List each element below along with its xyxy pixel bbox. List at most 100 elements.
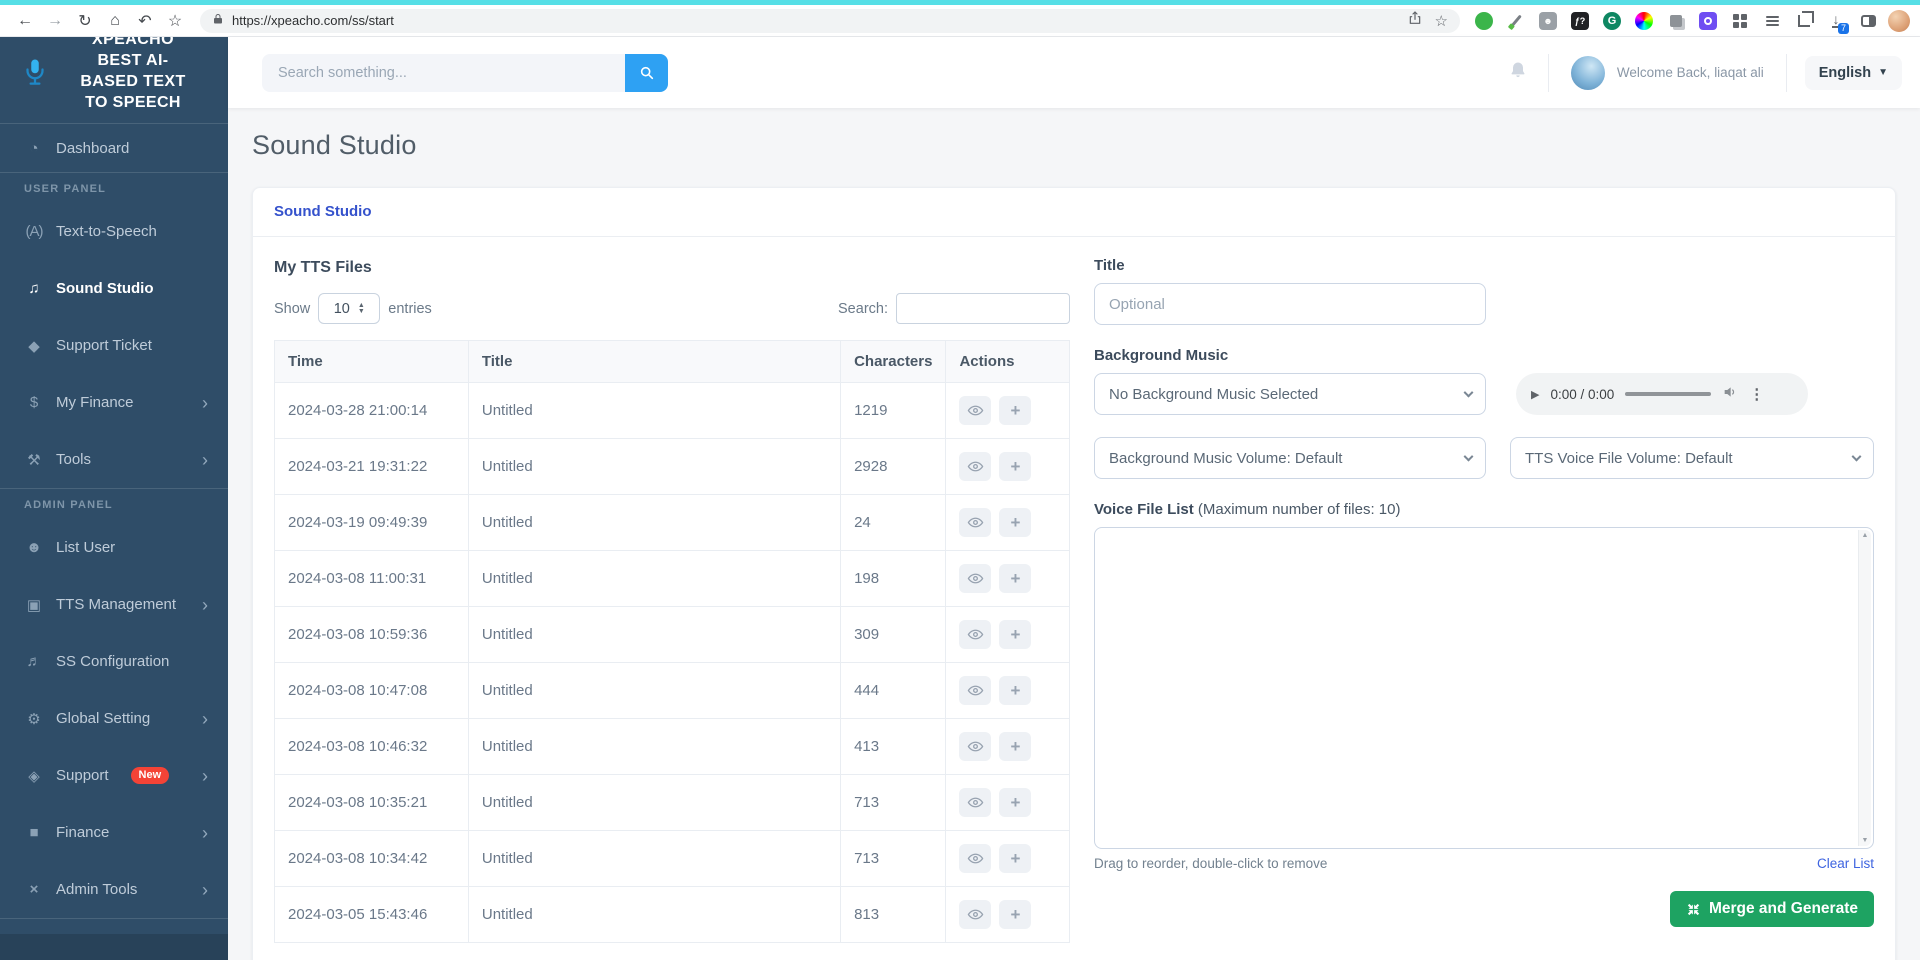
back-icon[interactable]: ← xyxy=(10,12,40,30)
clear-list-link[interactable]: Clear List xyxy=(1817,856,1874,871)
user-avatar[interactable] xyxy=(1571,56,1605,90)
notifications-button[interactable] xyxy=(1488,60,1548,85)
tts-voice-volume-select[interactable]: TTS Voice File Volume: Default xyxy=(1510,437,1874,479)
sidebar-item-tts-management[interactable]: ▣ TTS Management › xyxy=(0,576,228,633)
tab-sound-studio[interactable]: Sound Studio xyxy=(274,203,371,220)
grammarly-extension-icon[interactable]: G xyxy=(1602,11,1622,31)
sidebar-item-finance[interactable]: ■ Finance › xyxy=(0,804,228,861)
title-input[interactable] xyxy=(1094,283,1486,325)
sidebar-item-text-to-speech[interactable]: (A) Text-to-Speech xyxy=(0,203,228,260)
sidebar-item-my-finance[interactable]: $ My Finance › xyxy=(0,374,228,431)
stack-extension-icon[interactable] xyxy=(1666,11,1686,31)
column-header-time[interactable]: Time xyxy=(275,341,469,383)
audio-player: ▶ 0:00 / 0:00 ⋮ xyxy=(1516,373,1808,415)
background-music-select[interactable]: No Background Music Selected xyxy=(1094,373,1486,415)
browser-profile-avatar[interactable] xyxy=(1888,10,1910,32)
reload-icon[interactable]: ↻ xyxy=(70,11,100,31)
sidebar-item-global-setting[interactable]: ⚙ Global Setting › xyxy=(0,690,228,747)
bookmark-star-icon[interactable]: ☆ xyxy=(160,11,190,31)
sidebar-footer xyxy=(0,934,228,960)
sidebar-item-tools[interactable]: ⚒ Tools › xyxy=(0,431,228,488)
add-to-list-button[interactable]: + xyxy=(999,452,1031,481)
home-icon[interactable]: ⌂ xyxy=(100,12,130,30)
view-file-button[interactable] xyxy=(959,508,991,537)
crop-extension-icon[interactable] xyxy=(1794,11,1814,31)
column-header-title[interactable]: Title xyxy=(468,341,840,383)
save-bookmark-star-icon[interactable]: ☆ xyxy=(1435,12,1448,30)
add-to-list-button[interactable]: + xyxy=(999,676,1031,705)
page-content: Sound Studio Sound Studio My TTS Files S… xyxy=(228,108,1920,960)
sidebar-item-list-user[interactable]: ☻ List User xyxy=(0,519,228,576)
table-row: 2024-03-19 09:49:39Untitled24 + xyxy=(275,495,1070,551)
view-file-button[interactable] xyxy=(959,900,991,929)
puzzle-icon: ▣ xyxy=(24,596,44,614)
add-to-list-button[interactable]: + xyxy=(999,396,1031,425)
voice-file-list[interactable]: ▲ ▼ xyxy=(1094,527,1874,849)
add-to-list-button[interactable]: + xyxy=(999,620,1031,649)
table-search-input[interactable] xyxy=(896,293,1070,324)
audio-progress-bar[interactable] xyxy=(1625,392,1711,396)
sidebar-item-support-ticket[interactable]: ◆ Support Ticket xyxy=(0,317,228,374)
view-file-button[interactable] xyxy=(959,788,991,817)
app-logo[interactable]: XPEACHO BEST AI- BASED TEXT TO SPEECH xyxy=(0,37,228,123)
search-icon xyxy=(639,65,655,81)
extensions-bar: ☻ ƒ? G ↓7 xyxy=(1470,11,1882,31)
sidebar-item-admin-tools[interactable]: × Admin Tools › xyxy=(0,861,228,918)
audio-menu-icon[interactable]: ⋮ xyxy=(1749,385,1764,403)
add-to-list-button[interactable]: + xyxy=(999,844,1031,873)
view-file-button[interactable] xyxy=(959,452,991,481)
top-header: Welcome Back, liaqat ali English ▼ xyxy=(228,37,1920,108)
view-file-button[interactable] xyxy=(959,676,991,705)
search-input[interactable] xyxy=(262,54,625,92)
background-music-label: Background Music xyxy=(1094,347,1874,364)
add-to-list-button[interactable]: + xyxy=(999,732,1031,761)
address-bar[interactable]: https://xpeacho.com/ss/start ☆ xyxy=(200,9,1460,33)
volume-icon[interactable] xyxy=(1722,384,1738,405)
scroll-down-icon[interactable]: ▼ xyxy=(1859,837,1871,844)
font-extension-icon[interactable]: ƒ? xyxy=(1570,11,1590,31)
green-extension-icon[interactable] xyxy=(1474,11,1494,31)
merge-and-generate-button[interactable]: Merge and Generate xyxy=(1670,891,1874,927)
search-button[interactable] xyxy=(625,54,668,92)
share-icon[interactable] xyxy=(1407,10,1423,31)
playlist-extension-icon[interactable] xyxy=(1762,11,1782,31)
app-title: XPEACHO BEST AI- BASED TEXT TO SPEECH xyxy=(50,37,216,113)
background-music-volume-select[interactable]: Background Music Volume: Default xyxy=(1094,437,1486,479)
sidebar-item-ss-configuration[interactable]: ♬ SS Configuration xyxy=(0,633,228,690)
divider xyxy=(0,918,228,919)
view-file-button[interactable] xyxy=(959,396,991,425)
add-to-list-button[interactable]: + xyxy=(999,788,1031,817)
add-to-list-button[interactable]: + xyxy=(999,900,1031,929)
sidebar-item-dashboard[interactable]: ◔ Dashboard xyxy=(0,124,228,172)
view-file-button[interactable] xyxy=(959,732,991,761)
sidebar-item-support[interactable]: ◈ Support New › xyxy=(0,747,228,804)
column-header-characters[interactable]: Characters xyxy=(841,341,946,383)
add-to-list-button[interactable]: + xyxy=(999,564,1031,593)
scrollbar[interactable]: ▲ ▼ xyxy=(1858,530,1871,846)
play-icon[interactable]: ▶ xyxy=(1531,388,1539,401)
apps-grid-icon[interactable] xyxy=(1730,11,1750,31)
forward-icon[interactable]: → xyxy=(40,12,70,30)
sidebar-caption-admin-panel: ADMIN PANEL xyxy=(0,489,228,519)
sidebar-item-sound-studio[interactable]: ♫ Sound Studio xyxy=(0,260,228,317)
plus-icon: + xyxy=(1011,625,1021,645)
puzzle-icon: ■ xyxy=(24,824,44,841)
gray-extension-icon[interactable]: ☻ xyxy=(1538,11,1558,31)
purple-extension-icon[interactable] xyxy=(1698,11,1718,31)
chevron-right-icon: › xyxy=(202,710,208,728)
pen-extension-icon[interactable] xyxy=(1506,11,1526,31)
colorpicker-extension-icon[interactable] xyxy=(1634,11,1654,31)
view-file-button[interactable] xyxy=(959,844,991,873)
entries-per-page-select[interactable]: 10 ▲▼ xyxy=(318,293,380,324)
language-selector[interactable]: English ▼ xyxy=(1805,56,1902,90)
add-to-list-button[interactable]: + xyxy=(999,508,1031,537)
eye-icon xyxy=(967,794,984,811)
downloads-icon[interactable]: ↓7 xyxy=(1826,11,1846,31)
tts-files-table: Time Title Characters Actions 2024-03-28… xyxy=(274,340,1070,943)
chevron-down-icon xyxy=(1464,388,1474,398)
reading-mode-icon[interactable] xyxy=(1858,11,1878,31)
view-file-button[interactable] xyxy=(959,620,991,649)
scroll-up-icon[interactable]: ▲ xyxy=(1859,532,1871,539)
undo-icon[interactable]: ↶ xyxy=(130,11,160,31)
view-file-button[interactable] xyxy=(959,564,991,593)
